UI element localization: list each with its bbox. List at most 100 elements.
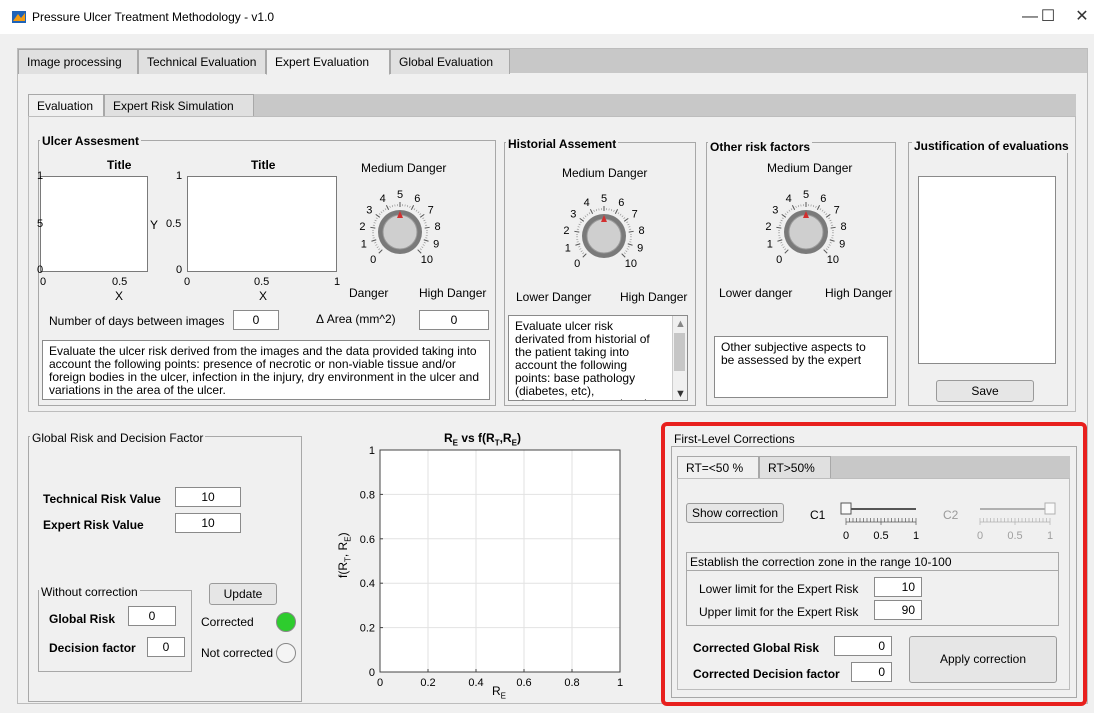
- expert-risk-field[interactable]: 10: [175, 513, 241, 533]
- knob-tick-label: 5: [601, 193, 607, 205]
- global-risk-field[interactable]: 0: [128, 606, 176, 626]
- knob-tick-label: 6: [820, 193, 826, 205]
- tab-image-processing[interactable]: Image processing: [18, 49, 138, 74]
- close-button[interactable]: ✕: [1062, 4, 1094, 30]
- knob-minor-tick: [781, 244, 784, 246]
- knob-tick-label: 1: [565, 243, 571, 255]
- chart-ytick-label: 1: [369, 445, 375, 457]
- justification-textbox[interactable]: [918, 176, 1056, 364]
- knob-minor-tick: [578, 223, 581, 226]
- knob-minor-tick: [584, 215, 587, 218]
- knob-minor-tick: [406, 205, 409, 208]
- plot2-ylabel: Y: [150, 218, 159, 232]
- tab-global-evaluation[interactable]: Global Evaluation: [390, 49, 510, 74]
- ulcer-assessment-title: Ulcer Assesment: [40, 134, 141, 148]
- global-risk-title: Global Risk and Decision Factor: [30, 431, 206, 445]
- knob-minor-tick: [422, 244, 425, 246]
- knob-tick-label: 4: [380, 193, 386, 205]
- historial-knob-label: Medium Danger: [562, 166, 648, 180]
- knob-tick-mark: [614, 209, 619, 214]
- knob-minor-tick: [617, 212, 620, 215]
- knob-tick-label: 1: [361, 239, 367, 251]
- knob-minor-tick: [419, 248, 422, 251]
- historial-knob-left-label: Lower Danger: [516, 290, 592, 304]
- knob-minor-tick: [588, 212, 591, 215]
- chart-ytick-label: 0.2: [360, 623, 375, 635]
- technical-risk-field[interactable]: 10: [175, 487, 241, 507]
- knob-tick-mark: [781, 213, 787, 218]
- chart-xtick-label: 1: [617, 677, 623, 689]
- knob-tick-mark: [784, 249, 789, 254]
- knob-minor-tick: [627, 246, 630, 248]
- other-risk-knob[interactable]: 01 234 5 678 910: [754, 182, 858, 278]
- knob-minor-tick: [582, 217, 585, 220]
- subtab-evaluation[interactable]: Evaluation: [28, 94, 104, 117]
- tab-technical-evaluation[interactable]: Technical Evaluation: [138, 49, 266, 74]
- ulcer-knob-label: Medium Danger: [361, 161, 447, 175]
- chart-xtick-label: 0: [377, 677, 383, 689]
- knob-minor-tick: [582, 252, 585, 255]
- decision-factor-label: Decision factor: [49, 641, 136, 655]
- scroll-down-icon[interactable]: ▼: [675, 388, 686, 400]
- knob-tick-label: 5: [803, 189, 809, 201]
- scroll-up-icon[interactable]: ▲: [675, 318, 686, 330]
- knob-tick-mark: [621, 253, 626, 258]
- knob-body: [788, 214, 824, 250]
- other-knob-label: Medium Danger: [767, 161, 853, 175]
- knob-minor-tick: [380, 211, 383, 214]
- knob-minor-tick: [580, 250, 583, 252]
- tab-expert-evaluation[interactable]: Expert Evaluation: [266, 49, 390, 75]
- knob-minor-tick: [784, 213, 787, 216]
- knob-minor-tick: [825, 248, 828, 251]
- knob-minor-tick: [610, 209, 613, 212]
- chart-ytick-label: 0.6: [360, 534, 375, 546]
- knob-minor-tick: [623, 252, 626, 255]
- knob-minor-tick: [375, 217, 378, 220]
- knob-minor-tick: [577, 226, 580, 228]
- app-icon: [12, 11, 26, 23]
- knob-minor-tick: [627, 223, 630, 226]
- chart-ytick-label: 0.4: [360, 578, 375, 590]
- decision-factor-field[interactable]: 0: [147, 637, 185, 657]
- scroll-thumb[interactable]: [674, 333, 685, 371]
- chart-xtick-label: 0.6: [516, 677, 531, 689]
- knob-tick-label: 3: [570, 209, 576, 221]
- knob-minor-tick: [788, 209, 791, 212]
- chart-ytick-label: 0: [369, 667, 375, 679]
- knob-minor-tick: [586, 213, 589, 216]
- days-input[interactable]: 0: [233, 310, 279, 330]
- knob-tick-mark: [417, 249, 422, 254]
- justification-title: Justification of evaluations: [912, 139, 1071, 153]
- chart-xtick-label: 0.2: [420, 677, 435, 689]
- update-button[interactable]: Update: [209, 583, 277, 605]
- area-input[interactable]: 0: [419, 310, 489, 330]
- ulcer-risk-knob[interactable]: 01 234 5 678 910: [348, 182, 452, 278]
- knob-tick-label: 2: [563, 225, 569, 237]
- ulcer-description: Evaluate the ulcer risk derived from the…: [42, 340, 490, 400]
- plot1-xtick: 0.5: [112, 276, 128, 288]
- knob-minor-tick: [424, 222, 427, 224]
- knob-tick-mark: [777, 239, 783, 242]
- knob-tick-label: 10: [827, 254, 839, 266]
- window-title: Pressure Ulcer Treatment Methodology - v…: [32, 10, 275, 24]
- historial-description: Evaluate ulcer risk derivated from histo…: [508, 315, 688, 401]
- knob-minor-tick: [621, 215, 624, 218]
- other-knob-right-label: High Danger: [825, 286, 893, 300]
- plot2-title: Title: [251, 158, 276, 172]
- knob-tick-mark: [424, 226, 430, 229]
- knob-tick-mark: [816, 205, 821, 210]
- technical-risk-label: Technical Risk Value: [43, 492, 161, 506]
- knob-body: [586, 218, 622, 254]
- knob-tick-label: 4: [584, 197, 590, 209]
- historial-risk-knob[interactable]: 01 234 5 678 910: [552, 186, 656, 282]
- knob-tick-label: 2: [765, 221, 771, 233]
- knob-tick-mark: [385, 205, 390, 210]
- knob-minor-tick: [780, 242, 783, 244]
- knob-minor-tick: [389, 205, 391, 208]
- knob-tick-label: 5: [397, 189, 403, 201]
- subtab-expert-risk-simulation[interactable]: Expert Risk Simulation: [104, 94, 254, 117]
- knob-minor-tick: [786, 211, 789, 214]
- knob-tick-mark: [623, 217, 629, 222]
- save-button[interactable]: Save: [936, 380, 1034, 402]
- knob-minor-tick: [417, 211, 420, 214]
